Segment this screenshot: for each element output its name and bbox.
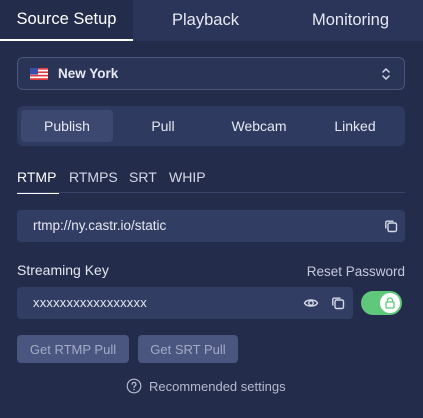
mode-webcam[interactable]: Webcam [213, 110, 305, 142]
source-setup-panel: Source Setup Playback Monitoring New Yor… [0, 0, 423, 418]
mode-publish[interactable]: Publish [21, 110, 113, 142]
region-label: New York [58, 66, 119, 81]
server-url-value: rtmp://ny.castr.io/static [33, 218, 167, 233]
tab-rtmps[interactable]: RTMPS [69, 169, 118, 185]
recommended-settings-link[interactable]: Recommended settings [126, 378, 286, 394]
us-flag-icon [30, 68, 48, 80]
tab-srt[interactable]: SRT [129, 169, 157, 185]
tab-source-setup[interactable]: Source Setup [0, 0, 133, 41]
recommended-settings-label: Recommended settings [149, 378, 286, 394]
key-lock-toggle[interactable] [361, 291, 402, 315]
streaming-key-label: Streaming Key [17, 262, 109, 278]
mode-linked[interactable]: Linked [309, 110, 401, 142]
chevron-up-down-icon [382, 67, 390, 81]
mode-selector: Publish Pull Webcam Linked [17, 106, 405, 146]
reset-password-link[interactable]: Reset Password [307, 264, 405, 279]
tab-monitoring[interactable]: Monitoring [278, 0, 423, 41]
toggle-knob [380, 293, 400, 313]
streaming-key-field[interactable]: xxxxxxxxxxxxxxxxx [17, 287, 353, 319]
server-url-field[interactable]: rtmp://ny.castr.io/static [17, 210, 405, 242]
get-srt-pull-button[interactable]: Get SRT Pull [138, 335, 238, 363]
mode-pull[interactable]: Pull [117, 110, 209, 142]
streaming-key-value: xxxxxxxxxxxxxxxxx [33, 295, 147, 310]
region-select[interactable]: New York [17, 57, 405, 90]
copy-key-icon[interactable] [331, 296, 345, 310]
get-rtmp-pull-button[interactable]: Get RTMP Pull [17, 335, 129, 363]
tab-rtmp[interactable]: RTMP [17, 169, 56, 185]
tab-playback[interactable]: Playback [133, 0, 278, 41]
top-tabs: Source Setup Playback Monitoring [0, 0, 423, 41]
tab-whip[interactable]: WHIP [169, 169, 206, 185]
divider [17, 192, 405, 193]
help-circle-icon [126, 378, 142, 394]
copy-icon[interactable] [384, 219, 398, 233]
lock-icon [385, 297, 395, 309]
eye-icon[interactable] [303, 295, 319, 311]
